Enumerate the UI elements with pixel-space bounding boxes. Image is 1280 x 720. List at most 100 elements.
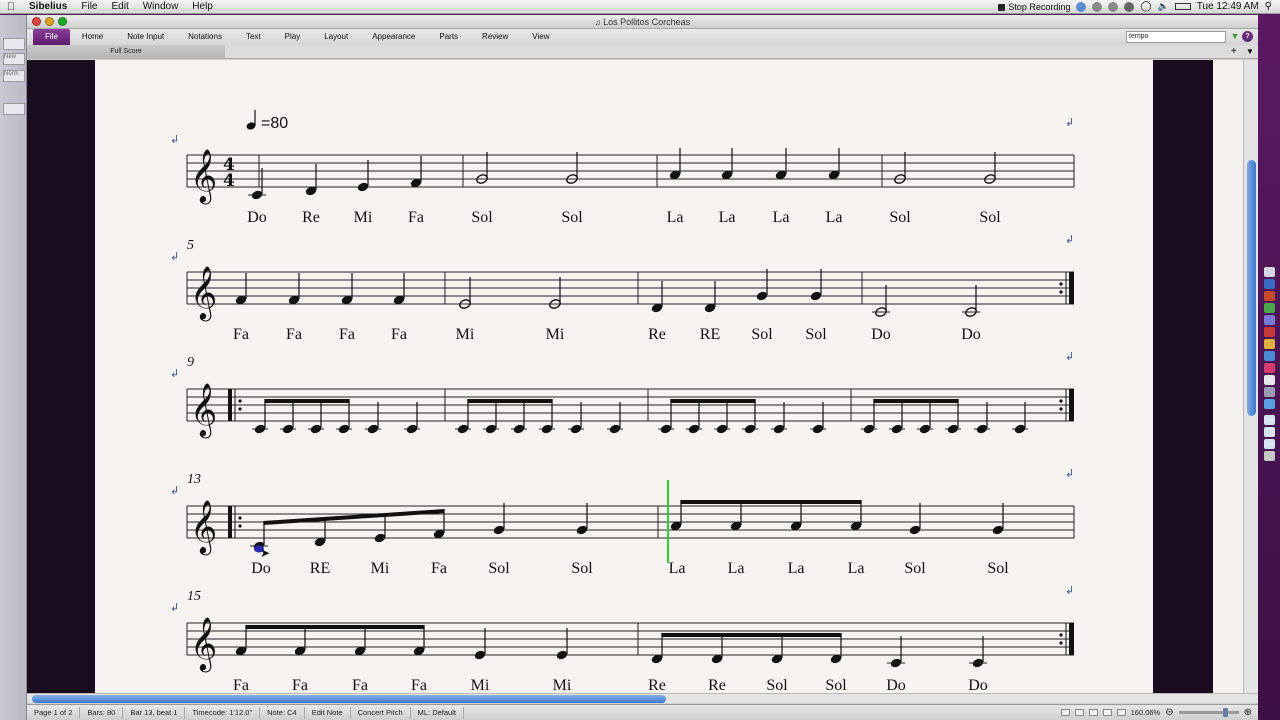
view-icon[interactable]: [1074, 709, 1084, 716]
zoom-slider-knob[interactable]: [1222, 708, 1228, 717]
tab-parts[interactable]: Parts: [427, 29, 470, 45]
bar-number: 13: [187, 472, 201, 487]
system-break-icon: ↲: [170, 485, 179, 497]
dock-app-icon[interactable]: [1264, 375, 1275, 385]
bluetooth-icon[interactable]: [1124, 1, 1135, 12]
minimize-window-icon[interactable]: [45, 17, 54, 26]
menu-app[interactable]: Sibelius: [22, 1, 74, 12]
repeat-thick-barline: [228, 389, 232, 421]
menu-help[interactable]: Help: [185, 1, 220, 12]
lyric-syllable: Sol: [825, 677, 847, 693]
vertical-scroll-thumb[interactable]: [1247, 160, 1256, 416]
apple-icon[interactable]: : [0, 1, 22, 13]
mac-menubar:  Sibelius File Edit Window Help Stop Re…: [0, 0, 1280, 14]
lyric-syllable: Sol: [751, 326, 773, 343]
dock-app-icon[interactable]: [1264, 415, 1275, 425]
lyric-syllable: La: [788, 560, 805, 577]
system-break-icon: ↲: [1065, 585, 1074, 597]
window-titlebar[interactable]: ♫ Los Pollitos Corcheas: [27, 15, 1258, 29]
lyric-syllable: Do: [251, 560, 271, 577]
view-icon[interactable]: [1102, 709, 1112, 716]
tab-home[interactable]: Home: [70, 29, 115, 45]
sync-icon[interactable]: [1092, 1, 1103, 12]
tab-file[interactable]: File: [33, 29, 70, 45]
dock-app-icon[interactable]: [1264, 399, 1275, 409]
zoom-value[interactable]: 160.06%: [1131, 708, 1161, 717]
close-window-icon[interactable]: [32, 17, 41, 26]
menu-edit[interactable]: Edit: [104, 1, 135, 12]
tab-text[interactable]: Text: [234, 29, 273, 45]
zoom-in-icon[interactable]: ⊕: [1244, 707, 1252, 718]
dock-app-icon[interactable]: [1264, 303, 1275, 313]
left-fragment-2: [3, 103, 25, 115]
score-view[interactable]: 𝄞 4 4 =80 ↲ ↲ Do Re Mi Fa Sol Sol La La La La Sol Sol 𝄞 ↲ ↲ 5…: [27, 60, 1258, 693]
lyric-syllable: Re: [648, 326, 666, 343]
stop-recording-button[interactable]: Stop Recording: [998, 2, 1070, 12]
dock-app-icon[interactable]: [1264, 351, 1275, 361]
dock-app-icon[interactable]: [1264, 387, 1275, 397]
lyric-syllable: Do: [247, 209, 267, 226]
status-position: Bar 13, beat 1: [123, 706, 186, 719]
bar-number: 15: [187, 589, 201, 604]
dock-app-icon[interactable]: [1264, 427, 1275, 437]
lyric-syllable: La: [669, 560, 686, 577]
lyric-syllable: Fa: [233, 326, 249, 343]
dock-app-icon[interactable]: [1264, 291, 1275, 301]
time-machine-icon[interactable]: [1108, 1, 1119, 12]
zoom-window-icon[interactable]: [58, 17, 67, 26]
vertical-scrollbar[interactable]: [1243, 60, 1258, 693]
ribbon-search-input[interactable]: tempo: [1126, 31, 1226, 43]
lyric-syllable: Sol: [471, 209, 493, 226]
dock-app-icon[interactable]: [1264, 339, 1275, 349]
lyric-syllable: Sol: [571, 560, 593, 577]
add-tab-icon[interactable]: +: [1231, 45, 1237, 59]
ribbon-collapse-icon[interactable]: ▼: [1229, 30, 1241, 43]
dock-app-icon[interactable]: [1264, 363, 1275, 373]
score-notation[interactable]: 𝄞 44=80↲↲Do Re Mi Fa Sol Sol La La La La Sol Sol𝄞↲↲5…: [27, 60, 1243, 693]
treble-clef: 𝄞: [190, 148, 217, 204]
tab-notations[interactable]: Notations: [176, 29, 234, 45]
tab-full-score[interactable]: Full Score: [27, 45, 225, 59]
dock-app-icon[interactable]: [1264, 279, 1275, 289]
dock-app-icon[interactable]: [1264, 439, 1275, 449]
tab-appearance[interactable]: Appearance: [360, 29, 427, 45]
tempo-marking: =80: [261, 115, 288, 132]
tab-layout[interactable]: Layout: [312, 29, 360, 45]
dock-app-icon[interactable]: [1264, 315, 1275, 325]
view-icon[interactable]: [1116, 709, 1126, 716]
status-mode: Edit Note: [305, 706, 351, 719]
tab-view[interactable]: View: [520, 29, 561, 45]
volume-icon[interactable]: 🔈: [1158, 1, 1169, 12]
menu-window[interactable]: Window: [136, 1, 186, 12]
repeat-thick-barline: [1069, 389, 1074, 421]
tab-menu-icon[interactable]: ▼: [1246, 45, 1254, 59]
dock-app-icon[interactable]: [1264, 451, 1275, 461]
lyric-syllable: Sol: [561, 209, 583, 226]
tab-note-input[interactable]: Note Input: [115, 29, 176, 45]
score-tab-bar: Full Score + ▼: [27, 45, 1258, 59]
dock-app-icon[interactable]: [1264, 267, 1275, 277]
tab-play[interactable]: Play: [273, 29, 313, 45]
menu-file[interactable]: File: [74, 1, 104, 12]
view-icon[interactable]: [1060, 709, 1070, 716]
stop-recording-label: Stop Recording: [1008, 1, 1071, 12]
menubar-status-area: Stop Recording ◯ 🔈 Tue 12:49 AM ⚲: [998, 1, 1280, 12]
dock-app-icon[interactable]: [1264, 327, 1275, 337]
lyric-syllable: La: [719, 209, 736, 226]
spotlight-icon[interactable]: ⚲: [1265, 1, 1272, 12]
globe-icon[interactable]: [1076, 1, 1087, 12]
tab-review[interactable]: Review: [470, 29, 520, 45]
menubar-clock[interactable]: Tue 12:49 AM: [1197, 1, 1259, 12]
horizontal-scrollbar[interactable]: [27, 693, 1258, 703]
zoom-out-icon[interactable]: ⊖: [1165, 707, 1173, 718]
zoom-slider[interactable]: [1178, 708, 1239, 717]
horizontal-scroll-thumb[interactable]: [32, 695, 666, 703]
view-icon[interactable]: [1088, 709, 1098, 716]
note-beam: [670, 399, 756, 403]
lyric-syllable: La: [667, 209, 684, 226]
help-button[interactable]: ?: [1242, 31, 1253, 42]
lyric-syllable: Mi: [371, 560, 390, 577]
wifi-icon[interactable]: ◯: [1140, 1, 1151, 12]
battery-icon[interactable]: [1174, 3, 1191, 10]
desktop-right-strip: [1258, 15, 1280, 720]
